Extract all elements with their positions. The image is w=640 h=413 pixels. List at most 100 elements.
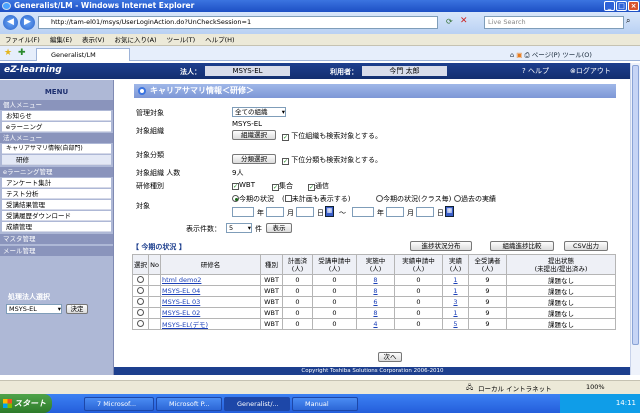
task-word[interactable]: 7 Microsof... xyxy=(84,397,154,411)
task-ie[interactable]: Generalist/... xyxy=(224,397,290,411)
maximize-button[interactable]: □ xyxy=(616,1,627,11)
tools-menu[interactable]: ツール(O) xyxy=(562,51,592,59)
feeds-icon[interactable]: ▣ xyxy=(516,51,522,59)
sidebar-item-result[interactable]: 受講結果管理 xyxy=(2,200,111,210)
doing-link[interactable]: 8 xyxy=(373,309,377,317)
add-favorite-icon[interactable]: ✚ xyxy=(18,48,26,58)
sidebar-item-notice[interactable]: お知らせ xyxy=(2,111,111,121)
cell-name[interactable]: MSYS-EL 02 xyxy=(160,307,261,319)
task-manual[interactable]: Manual xyxy=(292,397,358,411)
tab-generalist[interactable]: Generalist/LM xyxy=(36,48,130,61)
corp-select[interactable]: MSYS-EL ▾ xyxy=(6,304,62,314)
sidebar-item-test[interactable]: テスト分析 xyxy=(2,189,111,199)
favorites-star-icon[interactable]: ★ xyxy=(4,48,12,58)
cell-doing[interactable]: 8 xyxy=(356,285,395,297)
sidebar-item-survey[interactable]: アンケート集計 xyxy=(2,178,111,188)
radio-current[interactable]: 今期の状況 xyxy=(232,194,274,204)
doing-link[interactable]: 8 xyxy=(373,287,377,295)
cell-done[interactable]: 5 xyxy=(442,318,469,330)
cell-name[interactable]: MSYS-EL(デモ) xyxy=(160,318,261,330)
close-button[interactable]: × xyxy=(628,1,639,11)
next-button[interactable]: 次へ xyxy=(378,352,402,362)
menu-edit[interactable]: 編集(E) xyxy=(45,34,77,46)
cell-doing[interactable]: 8 xyxy=(356,307,395,319)
calendar-icon[interactable]: ▦ xyxy=(325,206,334,217)
sidebar-head-corp[interactable]: 法人メニュー xyxy=(0,133,113,143)
minimize-button[interactable]: _ xyxy=(604,1,615,11)
clock[interactable]: 14:11 xyxy=(616,399,636,407)
cls-select-button[interactable]: 分類選択 xyxy=(232,154,276,164)
training-link[interactable]: MSYS-EL 03 xyxy=(162,298,200,306)
from-year-input[interactable] xyxy=(232,207,254,217)
menu-view[interactable]: 表示(V) xyxy=(77,34,110,46)
menu-tools[interactable]: ツール(T) xyxy=(162,34,201,46)
org-compare-button[interactable]: 組織進捗比較 xyxy=(490,241,554,251)
cell-name[interactable]: MSYS-EL 03 xyxy=(160,296,261,308)
cell-done[interactable]: 1 xyxy=(442,285,469,297)
sidebar-item-elearning[interactable]: eラーニング xyxy=(2,122,111,132)
done-link[interactable]: 5 xyxy=(453,320,457,328)
row-radio[interactable] xyxy=(132,274,149,286)
cell-done[interactable]: 1 xyxy=(442,307,469,319)
sidebar-head-master[interactable]: マスタ管理 xyxy=(0,234,113,244)
forward-icon[interactable]: ▶ xyxy=(20,15,35,30)
doing-link[interactable]: 8 xyxy=(373,276,377,284)
to-year-input[interactable] xyxy=(352,207,374,217)
search-icon[interactable]: ⌕ xyxy=(626,16,630,26)
sidebar-item-download[interactable]: 受講履歴ダウンロード xyxy=(2,211,111,221)
cell-doing[interactable]: 8 xyxy=(356,274,395,286)
sidebar-item-career[interactable]: キャリアサマリ情報(自部門) xyxy=(2,144,111,154)
print-icon[interactable]: ⎙ xyxy=(524,51,529,59)
from-day-input[interactable] xyxy=(296,207,314,217)
scroll-thumb[interactable] xyxy=(632,65,639,345)
cell-doing[interactable]: 6 xyxy=(356,296,395,308)
back-icon[interactable]: ◀ xyxy=(3,15,18,30)
training-link[interactable]: MSYS-EL(デモ) xyxy=(162,321,208,329)
cell-name[interactable]: html demo2 xyxy=(160,274,261,286)
done-link[interactable]: 1 xyxy=(453,276,457,284)
sidebar-head-elearning-admin[interactable]: eラーニング管理 xyxy=(0,167,113,177)
org-subcheck[interactable]: ✓ 下位組織も検索対象とする。 xyxy=(282,131,382,141)
type-corr[interactable]: ✓通信 xyxy=(308,181,329,191)
decide-button[interactable]: 決定 xyxy=(66,304,88,314)
row-radio[interactable] xyxy=(132,318,149,330)
row-radio[interactable] xyxy=(132,307,149,319)
logout-link[interactable]: ⊗ログアウト xyxy=(570,66,611,76)
menu-favorites[interactable]: お気に入り(A) xyxy=(110,34,162,46)
menu-help[interactable]: ヘルプ(H) xyxy=(200,34,239,46)
type-wbt[interactable]: ✓WBT xyxy=(232,181,255,190)
type-group[interactable]: ✓集合 xyxy=(272,181,293,191)
page-menu[interactable]: ページ(P) xyxy=(532,51,560,59)
target-select[interactable]: 全ての組織 ▾ xyxy=(232,107,286,117)
sidebar-item-training[interactable]: 研修 xyxy=(2,155,111,165)
training-link[interactable]: MSYS-EL 04 xyxy=(162,287,200,295)
radio-past[interactable]: 過去の実績 xyxy=(454,194,496,204)
cls-subcheck[interactable]: ✓ 下位分類も検索対象とする。 xyxy=(282,155,382,165)
check-unplanned[interactable]: (未計画も表示する) xyxy=(282,194,350,204)
cell-name[interactable]: MSYS-EL 04 xyxy=(160,285,261,297)
training-link[interactable]: MSYS-EL 02 xyxy=(162,309,200,317)
vertical-scrollbar[interactable] xyxy=(630,63,640,375)
refresh-icon[interactable]: ⟳ xyxy=(446,17,453,26)
csv-export-button[interactable]: CSV出力 xyxy=(564,241,608,251)
to-month-input[interactable] xyxy=(386,207,404,217)
done-link[interactable]: 3 xyxy=(453,298,457,306)
show-button[interactable]: 表示 xyxy=(266,223,292,233)
training-link[interactable]: html demo2 xyxy=(162,276,201,284)
doing-link[interactable]: 4 xyxy=(373,320,377,328)
from-month-input[interactable] xyxy=(266,207,284,217)
org-select-button[interactable]: 組織選択 xyxy=(232,130,276,140)
home-icon[interactable]: ⌂ xyxy=(510,51,514,59)
menu-file[interactable]: ファイル(F) xyxy=(0,34,45,46)
stop-icon[interactable]: ✕ xyxy=(460,16,468,26)
row-radio[interactable] xyxy=(132,285,149,297)
doing-link[interactable]: 6 xyxy=(373,298,377,306)
task-powerpoint[interactable]: Microsoft P... xyxy=(156,397,222,411)
to-day-input[interactable] xyxy=(416,207,434,217)
radio-class[interactable]: 今期の状況(クラス毎) xyxy=(376,194,451,204)
calendar-icon[interactable]: ▦ xyxy=(445,206,454,217)
done-link[interactable]: 1 xyxy=(453,287,457,295)
sidebar-head-personal[interactable]: 個人メニュー xyxy=(0,100,113,110)
zoom-level[interactable]: 100% xyxy=(586,383,605,391)
count-select[interactable]: 5 ▾ xyxy=(226,223,252,233)
